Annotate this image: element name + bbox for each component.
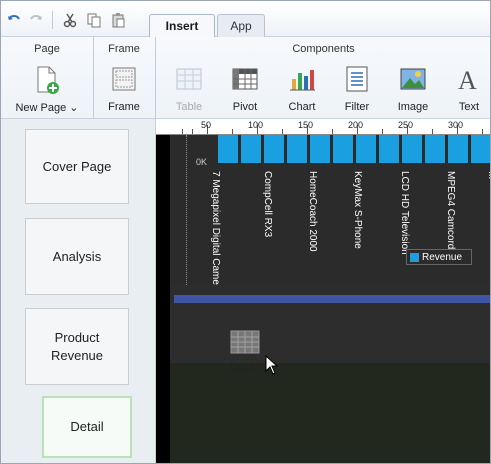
chart-icon [288, 65, 316, 93]
y-axis-label: 0K [196, 157, 208, 167]
frame-button[interactable]: Frame [99, 65, 149, 115]
group-title-components: Components [292, 43, 355, 55]
x-tick-label: 7 Megapixel Digital Camer [210, 171, 221, 289]
page-thumb-product-revenue[interactable]: Product Revenue [25, 308, 129, 385]
chevron-down-icon: ⌄ [69, 102, 79, 114]
ribbon: Page Frame Components New Page ⌄ Frame T… [1, 37, 490, 119]
chart-bar[interactable] [402, 135, 422, 163]
section-band [174, 295, 490, 303]
chart-bar[interactable] [241, 135, 261, 163]
group-title-frame: Frame [108, 43, 140, 55]
paste-icon[interactable] [109, 11, 127, 29]
x-tick-label: LCD HD Television [399, 171, 410, 255]
table-label: Table [175, 101, 203, 113]
text-icon: A [455, 65, 483, 95]
cut-icon[interactable] [61, 11, 79, 29]
new-page-button[interactable]: New Page ⌄ [15, 65, 79, 115]
chart-legend: Revenue [406, 249, 472, 265]
redo-icon[interactable] [27, 11, 45, 29]
chart-bar[interactable] [448, 135, 468, 163]
x-tick-label: CompCell RX3 [262, 171, 273, 238]
copy-icon[interactable] [85, 11, 103, 29]
app-window: Insert App Page Frame Components New Pag… [0, 0, 491, 464]
chart-bar[interactable] [264, 135, 284, 163]
frame-label: Frame [108, 101, 140, 113]
ruler-tick: 50 [201, 120, 212, 130]
page-list-panel: Cover Page Analysis Product Revenue Deta… [1, 119, 156, 463]
mouse-pointer-icon [265, 354, 279, 378]
ruler-tick: 100 [248, 120, 264, 130]
chart-bar[interactable] [379, 135, 399, 163]
x-tick-label: MPEG4 Camcorder [445, 171, 456, 259]
chart-button[interactable]: Chart [277, 65, 327, 115]
legend-swatch [410, 252, 419, 262]
table-drag-icon [230, 330, 260, 356]
pivot-icon [231, 65, 259, 93]
image-button[interactable]: Image [388, 65, 438, 115]
ruler-tick: 250 [398, 120, 414, 130]
x-tick-label: HomeCoach 2000 [307, 171, 318, 252]
image-icon [399, 65, 427, 93]
image-label: Image [397, 101, 429, 113]
new-page-label: New Page [15, 102, 67, 114]
new-page-icon [33, 65, 61, 94]
frame-guide [186, 135, 187, 285]
chart-bar[interactable] [333, 135, 353, 163]
quick-access-toolbar: Insert App [1, 1, 490, 37]
frame-icon [110, 65, 138, 93]
table-icon [175, 65, 203, 93]
filter-button[interactable]: Filter [332, 65, 382, 115]
group-title-page: Page [34, 43, 60, 55]
report-canvas[interactable]: 0K 7 Megapixel Digital Camer CompCell RX… [156, 135, 491, 463]
filter-label: Filter [344, 101, 370, 113]
toolbar-separator [52, 11, 53, 29]
chart-bar[interactable] [356, 135, 376, 163]
x-tick-label: KeyMax S-Phone [352, 171, 363, 249]
horizontal-ruler: 50 100 150 200 250 300 [156, 119, 490, 135]
chart-bar[interactable] [310, 135, 330, 163]
svg-text:A: A [458, 66, 477, 93]
report-body[interactable]: Table [170, 285, 490, 463]
ruler-tick: 300 [448, 120, 464, 130]
filter-icon [343, 65, 371, 93]
pivot-button[interactable]: Pivot [220, 65, 270, 115]
chart-bar[interactable] [425, 135, 445, 163]
table-button[interactable]: Table [164, 65, 214, 115]
chart-bar[interactable] [218, 135, 238, 163]
drop-zone[interactable] [170, 363, 490, 463]
table-drag-label: Table [228, 362, 255, 374]
page-thumb-analysis[interactable]: Analysis [25, 218, 129, 295]
pivot-label: Pivot [232, 101, 258, 113]
x-tick-label: ... [486, 171, 491, 180]
undo-icon[interactable] [5, 11, 23, 29]
page-thumb-detail[interactable]: Detail [42, 396, 132, 458]
legend-label: Revenue [422, 251, 463, 263]
ruler-tick: 150 [298, 120, 314, 130]
tab-insert[interactable]: Insert [149, 14, 215, 37]
ruler-tick: 200 [348, 120, 364, 130]
page-thumb-cover-page[interactable]: Cover Page [25, 129, 129, 204]
tab-app[interactable]: App [217, 14, 265, 37]
text-button[interactable]: A Text [444, 65, 490, 115]
chart-label: Chart [288, 101, 316, 113]
bar-chart[interactable]: 0K 7 Megapixel Digital Camer CompCell RX… [170, 135, 491, 289]
chart-bar[interactable] [471, 135, 490, 163]
text-label: Text [458, 101, 480, 113]
chart-bar[interactable] [287, 135, 307, 163]
